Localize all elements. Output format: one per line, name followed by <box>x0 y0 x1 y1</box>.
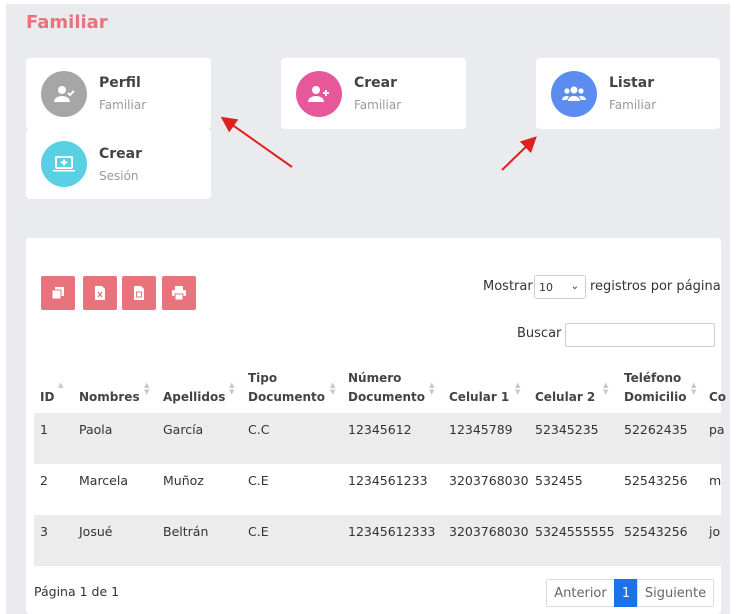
length-suffix: registros por página <box>590 279 721 294</box>
sort-icon: ▲ ▼ <box>429 381 435 396</box>
cell-numero-documento: 1234561233 <box>348 473 428 488</box>
column-header-celular-2[interactable]: Celular 2 <box>535 388 595 407</box>
pagination-next-button[interactable]: Siguiente <box>637 579 714 607</box>
cell-correo: m <box>709 473 722 488</box>
cell-telefono-domicilio: 52543256 <box>624 524 688 539</box>
cell-telefono-domicilio: 52543256 <box>624 473 688 488</box>
column-header-apellidos[interactable]: Apellidos <box>163 388 225 407</box>
length-value: 10 <box>539 280 553 294</box>
column-header-id[interactable]: ID <box>40 388 54 407</box>
card-title: Crear <box>354 75 398 91</box>
cell-nombres: Marcela <box>79 473 129 488</box>
users-icon <box>551 70 597 117</box>
window-right-edge <box>730 0 736 614</box>
card-crear-sesion[interactable]: Crear Sesión <box>26 129 211 199</box>
cell-celular-1: 3203768030 <box>449 473 529 488</box>
cell-apellidos: García <box>163 422 204 437</box>
sort-icon: ▲ ▼ <box>691 381 697 396</box>
cell-celular-2: 532455 <box>535 473 583 488</box>
table-row[interactable] <box>34 413 721 464</box>
window-top-edge <box>0 0 736 4</box>
table-panel: Mostrar 10 ⌄ registros por página Buscar… <box>26 238 726 614</box>
cell-celular-1: 12345789 <box>449 422 513 437</box>
pagination-page-1[interactable]: 1 <box>614 579 638 607</box>
column-header-numero-documento[interactable]: Número Documento <box>348 369 425 407</box>
search-label: Buscar <box>517 326 562 341</box>
card-listar-familiar[interactable]: Listar Familiar <box>536 58 720 129</box>
user-plus-icon <box>296 70 342 117</box>
pagination-prev-button[interactable]: Anterior <box>546 579 615 607</box>
card-subtitle: Familiar <box>99 98 147 112</box>
length-prefix: Mostrar <box>483 279 533 294</box>
cell-tipo-documento: C.C <box>248 422 270 437</box>
user-check-icon <box>41 70 87 117</box>
card-title: Listar <box>609 75 655 91</box>
cell-tipo-documento: C.E <box>248 473 269 488</box>
table-row[interactable] <box>34 515 721 566</box>
cell-celular-2: 52345235 <box>535 422 599 437</box>
page-title: Familiar <box>26 12 108 33</box>
card-title: Crear <box>99 145 143 162</box>
chevron-down-icon: ⌄ <box>570 281 579 292</box>
print-button[interactable] <box>162 276 196 310</box>
copy-icon <box>51 287 64 300</box>
column-header-telefono-domicilio[interactable]: Teléfono Domicilio <box>624 369 687 407</box>
card-perfil-familiar[interactable]: Perfil Familiar <box>26 58 211 129</box>
cell-id: 2 <box>40 473 48 488</box>
print-icon <box>172 286 186 300</box>
column-header-nombres[interactable]: Nombres <box>79 388 140 407</box>
sort-icon: ▲ <box>58 381 64 389</box>
cell-celular-1: 3203768030 <box>449 524 529 539</box>
excel-icon <box>95 286 105 300</box>
column-header-tipo-documento[interactable]: Tipo Documento <box>248 369 325 407</box>
arrow-to-listar <box>501 136 537 171</box>
cell-apellidos: Beltrán <box>163 524 209 539</box>
cell-id: 1 <box>40 422 48 437</box>
sort-icon: ▲ ▼ <box>229 381 235 396</box>
card-subtitle: Familiar <box>609 98 657 112</box>
cell-numero-documento: 12345612333 <box>348 524 436 539</box>
sort-icon: ▲ ▼ <box>330 381 336 396</box>
cell-telefono-domicilio: 52262435 <box>624 422 688 437</box>
cell-nombres: Josué <box>79 524 113 539</box>
card-title: Perfil <box>99 75 141 91</box>
sort-icon: ▲ ▼ <box>144 381 150 396</box>
sort-icon: ▲ ▼ <box>515 381 521 396</box>
pagination-info: Página 1 de 1 <box>34 584 120 599</box>
length-select[interactable]: 10 ⌄ <box>534 275 586 299</box>
cell-correo: jo <box>709 524 721 539</box>
csv-icon <box>134 286 144 300</box>
excel-button[interactable] <box>83 276 117 310</box>
cell-numero-documento: 12345612 <box>348 422 412 437</box>
csv-button[interactable] <box>122 276 156 310</box>
search-input[interactable] <box>565 323 715 347</box>
card-subtitle: Sesión <box>99 168 139 183</box>
cell-apellidos: Muñoz <box>163 473 204 488</box>
sort-icon: ▲ ▼ <box>603 381 609 396</box>
cell-nombres: Paola <box>79 422 113 437</box>
column-header-celular-1[interactable]: Celular 1 <box>449 388 509 407</box>
cell-correo: pa <box>709 422 725 437</box>
cell-celular-2: 5324555555 <box>535 524 615 539</box>
card-crear-familiar[interactable]: Crear Familiar <box>281 58 466 129</box>
window-left-edge <box>0 0 6 614</box>
cell-tipo-documento: C.E <box>248 524 269 539</box>
cell-id: 3 <box>40 524 48 539</box>
copy-button[interactable] <box>41 276 75 310</box>
card-subtitle: Familiar <box>354 98 402 112</box>
column-header-correo[interactable]: Co <box>709 388 726 407</box>
laptop-plus-icon <box>41 141 87 187</box>
table-row[interactable] <box>34 464 721 515</box>
